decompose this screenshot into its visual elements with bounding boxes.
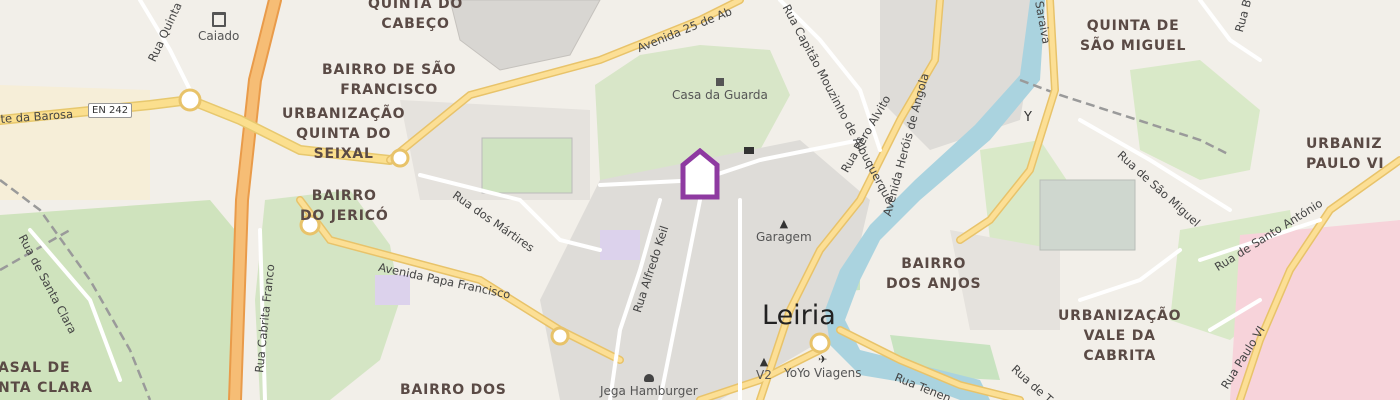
- poi-label: V2: [756, 368, 772, 382]
- district-label-bairro-do-jerico: BAIRRO DO JERICÓ: [300, 188, 389, 224]
- poi-label: YoYo Viagens: [784, 366, 862, 380]
- poi-hamburger[interactable]: Jega Hamburger: [600, 374, 698, 398]
- poi-garagem[interactable]: ▲ Garagem: [756, 217, 812, 245]
- location-marker-icon[interactable]: [680, 148, 720, 200]
- map-base-layer: [0, 0, 1400, 400]
- poi-casa-da-guarda[interactable]: Casa da Guarda: [672, 78, 768, 102]
- stadium: [449, 0, 601, 71]
- district-label-vale-da-cabrita: URBANIZAÇÃO VALE DA CABRITA: [1058, 308, 1182, 364]
- map-canvas[interactable]: QUINTA DO CABEÇO BAIRRO DE SÃO FRANCISCO U…: [0, 0, 1400, 400]
- district-label-quinta-do-seixal: URBANIZAÇÃO QUINTA DO SEIXAL: [282, 106, 406, 162]
- post-office-icon[interactable]: [744, 147, 754, 154]
- city-label-leiria[interactable]: Leiria: [762, 300, 836, 331]
- clothes-shop-icon: ▲: [759, 355, 769, 368]
- district-label-bairro-de-sao-francisco: BAIRRO DE SÃO FRANCISCO: [322, 62, 457, 98]
- district-label-quinta-de-sao-miguel: QUINTA DE SÃO MIGUEL: [1080, 18, 1187, 54]
- road-shield-en242: EN 242: [88, 103, 133, 118]
- shop-icon: [211, 12, 226, 27]
- travel-agency-icon: ✈: [818, 353, 828, 366]
- district-label-bairro-dos: BAIRRO DOS: [400, 382, 507, 398]
- bar-icon[interactable]: Y: [1024, 110, 1032, 125]
- poi-label: Garagem: [756, 230, 812, 244]
- district-label-casal-de-santa-clara: ASAL DE NTA CLARA: [0, 360, 93, 396]
- fast-food-icon: [643, 374, 654, 382]
- poi-v2[interactable]: ▲ V2: [756, 355, 772, 383]
- poi-label: Caiado: [198, 29, 240, 43]
- district-label-bairro-dos-anjos: BAIRRO DOS ANJOS: [886, 256, 982, 292]
- clothes-shop-icon: ▲: [779, 217, 789, 230]
- poi-label: Casa da Guarda: [672, 88, 768, 102]
- poi-yoyo-viagens[interactable]: ✈ YoYo Viagens: [784, 353, 862, 381]
- poi-caiado[interactable]: Caiado: [198, 12, 239, 43]
- district-label-quinta-do-cabeco: QUINTA DO CABEÇO: [368, 0, 464, 32]
- district-label-paulo-vi: URBANIZ PAULO VI: [1306, 136, 1385, 172]
- shop-icon: [715, 78, 724, 86]
- poi-label: Jega Hamburger: [600, 384, 698, 398]
